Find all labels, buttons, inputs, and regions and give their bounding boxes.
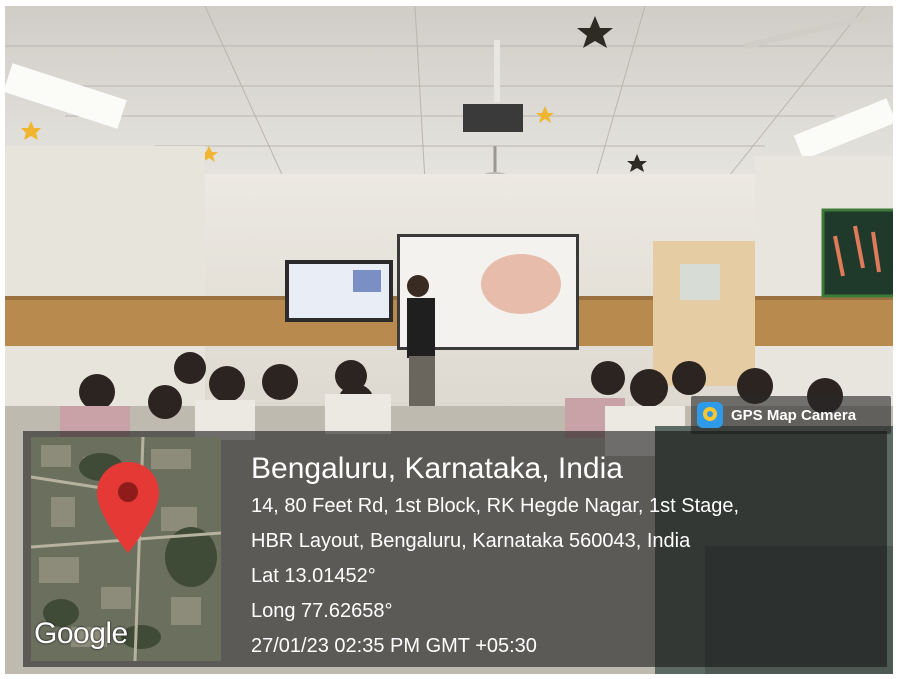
gps-map-camera-badge: GPS Map Camera bbox=[691, 396, 891, 434]
datetime-text: 27/01/23 02:35 PM GMT +05:30 bbox=[251, 635, 537, 657]
photo-frame: GPS Map Camera Google Bengaluru, Karnata… bbox=[5, 6, 893, 674]
location-overlay-panel: Google Bengaluru, Karnataka, India 14, 8… bbox=[23, 431, 887, 667]
address-line-1: 14, 80 Feet Rd, 1st Block, RK Hegde Naga… bbox=[251, 495, 740, 517]
address-line-2: HBR Layout, Bengaluru, Karnataka 560043,… bbox=[251, 530, 691, 552]
location-city: Bengaluru, Karnataka, India bbox=[251, 452, 623, 485]
latitude-text: Lat 13.01452° bbox=[251, 565, 376, 587]
map-thumbnail: Google bbox=[31, 437, 221, 661]
google-watermark: Google bbox=[34, 617, 128, 650]
location-details: Bengaluru, Karnataka, India 14, 80 Feet … bbox=[251, 449, 739, 664]
longitude-text: Long 77.62658° bbox=[251, 600, 393, 622]
gps-badge-label: GPS Map Camera bbox=[731, 406, 857, 424]
gps-map-camera-icon bbox=[697, 402, 723, 428]
